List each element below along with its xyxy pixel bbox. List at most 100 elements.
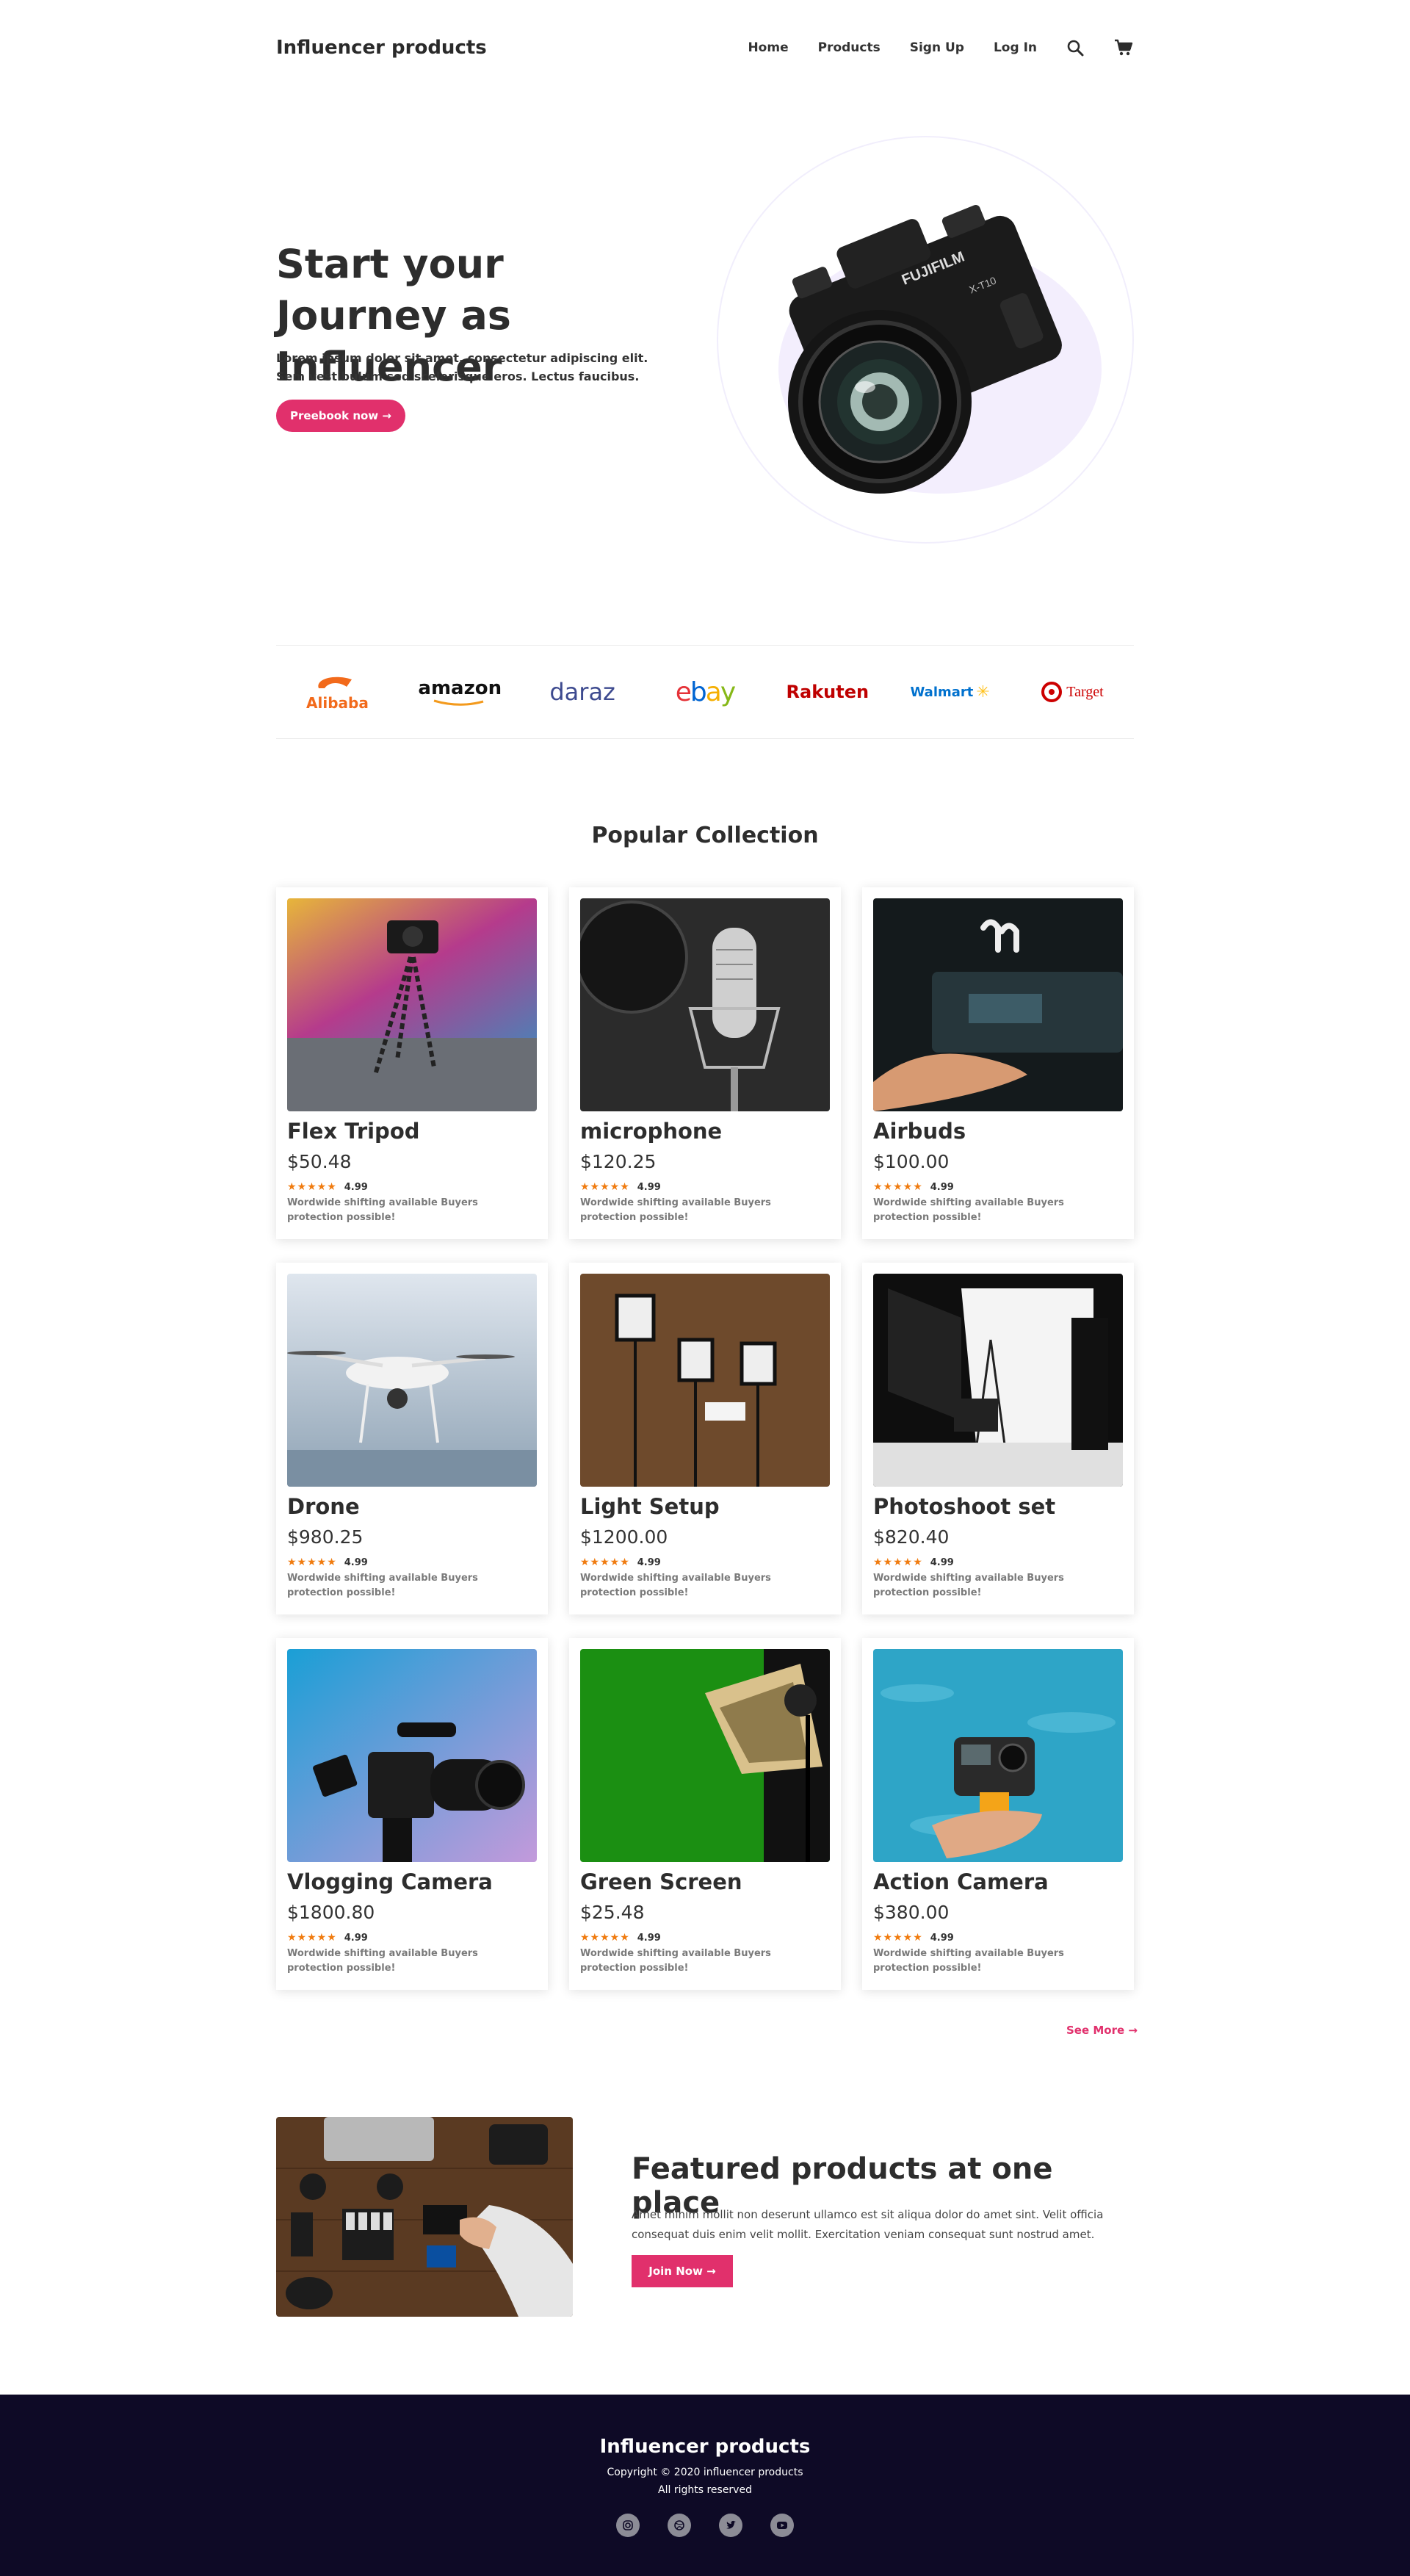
product-image bbox=[287, 1649, 537, 1862]
product-card-drone[interactable]: Drone $980.25 ★★★★★ 4.99 Wordwide shifti… bbox=[276, 1263, 548, 1614]
collection-title: Popular Collection bbox=[591, 823, 819, 848]
featured-image bbox=[276, 2117, 573, 2317]
navbar: Influencer products Home Products Sign U… bbox=[276, 29, 1134, 66]
nav-login-link[interactable]: Log In bbox=[994, 40, 1037, 55]
product-card-green-screen[interactable]: Green Screen $25.48 ★★★★★ 4.99 Wordwide … bbox=[569, 1638, 841, 1990]
walmart-logo: Walmart ✳ bbox=[910, 682, 990, 701]
product-name: Green Screen bbox=[580, 1869, 742, 1894]
twitter-icon[interactable] bbox=[719, 2514, 742, 2537]
nav-signup-link[interactable]: Sign Up bbox=[910, 40, 964, 55]
preebook-button[interactable]: Preebook now → bbox=[276, 400, 405, 432]
product-rating: ★★★★★ 4.99 bbox=[287, 1932, 368, 1944]
alibaba-logo: Alibaba bbox=[289, 670, 385, 714]
featured-section: Featured products at one place Amet mini… bbox=[276, 2117, 1134, 2317]
product-image bbox=[287, 1274, 537, 1487]
nav-links: Home Products Sign Up Log In bbox=[718, 37, 1134, 58]
star-rating-icon: ★★★★★ bbox=[873, 1181, 923, 1193]
site-brand[interactable]: Influencer products bbox=[276, 37, 487, 59]
product-grid: Flex Tripod $50.48 ★★★★★ 4.99 Wordwide s… bbox=[276, 887, 1134, 1990]
product-name: microphone bbox=[580, 1119, 723, 1144]
join-now-button[interactable]: Join Now → bbox=[632, 2255, 733, 2287]
product-card-microphone[interactable]: microphone $120.25 ★★★★★ 4.99 Wordwide s… bbox=[569, 887, 841, 1239]
product-name: Drone bbox=[287, 1494, 360, 1519]
product-card-vlogging-camera[interactable]: Vlogging Camera $1800.80 ★★★★★ 4.99 Word… bbox=[276, 1638, 548, 1990]
product-name: Flex Tripod bbox=[287, 1119, 420, 1144]
rakuten-logo: Rakuten bbox=[786, 682, 870, 702]
product-name: Vlogging Camera bbox=[287, 1869, 493, 1894]
product-price: $380.00 bbox=[873, 1902, 950, 1923]
product-note: Wordwide shifting available Buyers prote… bbox=[287, 1573, 478, 1598]
hero-text: Lorem ipsum dolor sit amet, consectetur … bbox=[276, 351, 648, 383]
star-rating-icon: ★★★★★ bbox=[873, 1556, 923, 1568]
product-price: $1200.00 bbox=[580, 1526, 668, 1548]
product-note: Wordwide shifting available Buyers prote… bbox=[580, 1948, 771, 1974]
product-image bbox=[873, 1274, 1123, 1487]
product-rating: ★★★★★ 4.99 bbox=[873, 1556, 954, 1568]
footer-brand: Influencer products bbox=[599, 2436, 811, 2458]
product-note: Wordwide shifting available Buyers prote… bbox=[873, 1197, 1064, 1223]
hero-section: Start your Journey as Influencer Lorem i… bbox=[276, 125, 1134, 551]
product-rating: ★★★★★ 4.99 bbox=[580, 1556, 661, 1568]
product-price: $120.25 bbox=[580, 1151, 657, 1172]
featured-text: Amet minim mollit non deserunt ullamco e… bbox=[632, 2208, 1104, 2241]
product-note: Wordwide shifting available Buyers prote… bbox=[287, 1948, 478, 1974]
product-note: Wordwide shifting available Buyers prote… bbox=[873, 1948, 1064, 1974]
product-note: Wordwide shifting available Buyers prote… bbox=[580, 1573, 771, 1598]
hero-image: FUJIFILM X-T10 bbox=[717, 136, 1134, 544]
star-rating-icon: ★★★★★ bbox=[287, 1181, 337, 1193]
product-note: Wordwide shifting available Buyers prote… bbox=[873, 1573, 1064, 1598]
brand-strip: Alibaba amazon daraz ebay Rakuten Walmar… bbox=[276, 645, 1134, 739]
product-image bbox=[580, 1649, 830, 1862]
amazon-logo: amazon bbox=[412, 670, 507, 714]
product-image bbox=[287, 898, 537, 1111]
instagram-icon[interactable] bbox=[616, 2514, 640, 2537]
dribbble-icon[interactable] bbox=[668, 2514, 691, 2537]
product-price: $25.48 bbox=[580, 1902, 645, 1923]
product-card-photoshoot-set[interactable]: Photoshoot set $820.40 ★★★★★ 4.99 Wordwi… bbox=[862, 1263, 1134, 1614]
product-card-flex-tripod[interactable]: Flex Tripod $50.48 ★★★★★ 4.99 Wordwide s… bbox=[276, 887, 548, 1239]
product-rating: ★★★★★ 4.99 bbox=[580, 1932, 661, 1944]
star-rating-icon: ★★★★★ bbox=[873, 1932, 923, 1944]
product-image bbox=[580, 1274, 830, 1487]
product-name: Photoshoot set bbox=[873, 1494, 1056, 1519]
product-price: $50.48 bbox=[287, 1151, 352, 1172]
see-more-link[interactable]: See More → bbox=[1066, 2024, 1138, 2037]
nav-products-link[interactable]: Products bbox=[818, 40, 881, 55]
product-rating: ★★★★★ 4.99 bbox=[873, 1932, 954, 1944]
product-image bbox=[873, 898, 1123, 1111]
star-rating-icon: ★★★★★ bbox=[287, 1556, 337, 1568]
cart-icon[interactable] bbox=[1113, 37, 1134, 58]
product-name: Light Setup bbox=[580, 1494, 720, 1519]
youtube-icon[interactable] bbox=[770, 2514, 794, 2537]
search-icon[interactable] bbox=[1065, 37, 1085, 58]
social-links bbox=[0, 2514, 1410, 2537]
ebay-logo: ebay bbox=[675, 677, 736, 707]
product-price: $1800.80 bbox=[287, 1902, 375, 1923]
product-card-airbuds[interactable]: Airbuds $100.00 ★★★★★ 4.99 Wordwide shif… bbox=[862, 887, 1134, 1239]
star-rating-icon: ★★★★★ bbox=[580, 1181, 630, 1193]
product-rating: ★★★★★ 4.99 bbox=[580, 1181, 661, 1193]
product-card-light-setup[interactable]: Light Setup $1200.00 ★★★★★ 4.99 Wordwide… bbox=[569, 1263, 841, 1614]
camera-illustration: FUJIFILM X-T10 bbox=[788, 204, 1062, 494]
star-rating-icon: ★★★★★ bbox=[287, 1932, 337, 1944]
product-name: Airbuds bbox=[873, 1119, 966, 1144]
product-rating: ★★★★★ 4.99 bbox=[287, 1181, 368, 1193]
product-price: $820.40 bbox=[873, 1526, 950, 1548]
footer-copyright: Copyright © 2020 influencer products All… bbox=[607, 2467, 803, 2496]
product-price: $100.00 bbox=[873, 1151, 950, 1172]
footer: Influencer products Copyright © 2020 inf… bbox=[0, 2395, 1410, 2576]
product-rating: ★★★★★ 4.99 bbox=[873, 1181, 954, 1193]
star-rating-icon: ★★★★★ bbox=[580, 1556, 630, 1568]
target-logo: Target bbox=[1024, 670, 1120, 714]
star-rating-icon: ★★★★★ bbox=[580, 1932, 630, 1944]
daraz-logo: daraz bbox=[549, 678, 615, 706]
product-rating: ★★★★★ 4.99 bbox=[287, 1556, 368, 1568]
product-name: Action Camera bbox=[873, 1869, 1049, 1894]
product-card-action-camera[interactable]: Action Camera $380.00 ★★★★★ 4.99 Wordwid… bbox=[862, 1638, 1134, 1990]
product-price: $980.25 bbox=[287, 1526, 364, 1548]
product-note: Wordwide shifting available Buyers prote… bbox=[580, 1197, 771, 1223]
product-note: Wordwide shifting available Buyers prote… bbox=[287, 1197, 478, 1223]
product-image bbox=[873, 1649, 1123, 1862]
nav-home-link[interactable]: Home bbox=[748, 40, 788, 55]
product-image bbox=[580, 898, 830, 1111]
